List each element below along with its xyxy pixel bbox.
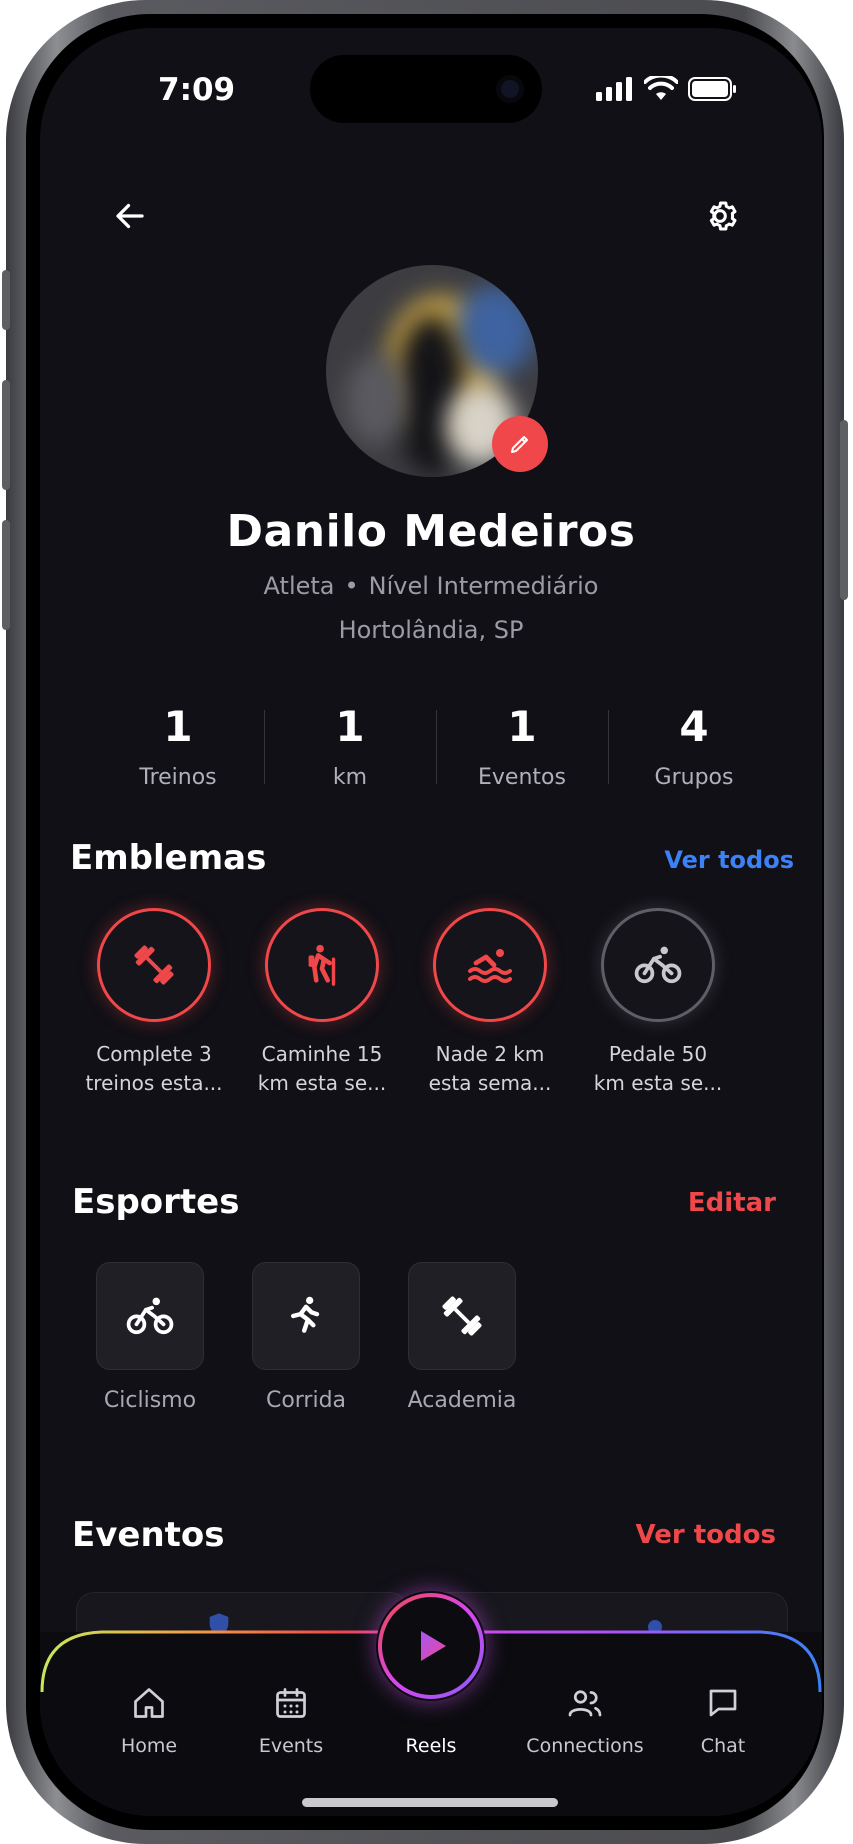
badge-circle	[601, 908, 715, 1022]
sports-title: Esportes	[72, 1182, 240, 1222]
back-button[interactable]	[102, 188, 158, 244]
running-icon	[290, 1296, 320, 1333]
events-see-all-link[interactable]: Ver todos	[636, 1520, 776, 1550]
nav-home[interactable]: Home	[84, 1683, 214, 1757]
badge-circle	[97, 908, 211, 1022]
nav-chat[interactable]: Chat	[658, 1683, 788, 1757]
side-button	[2, 270, 10, 330]
badges-list: Complete 3 treinos esta... Caminhe 15 km…	[70, 908, 770, 1128]
power-button	[840, 420, 848, 600]
home-icon	[134, 1688, 164, 1718]
sport-label: Ciclismo	[103, 1388, 197, 1413]
sports-edit-link[interactable]: Editar	[688, 1188, 776, 1218]
dynamic-island	[310, 55, 542, 123]
profile-location: Hortolândia, SP	[338, 616, 524, 644]
nav-label: Events	[258, 1735, 324, 1757]
sport-item[interactable]: Academia	[392, 1262, 532, 1413]
stat-treinos[interactable]: 1 Treinos	[92, 696, 264, 816]
nav-connections[interactable]: Connections	[510, 1683, 660, 1757]
camera-icon	[496, 75, 524, 103]
sport-icon-box	[252, 1262, 360, 1370]
bicycle-icon	[126, 1297, 174, 1335]
stat-value: 1	[507, 702, 537, 751]
phone-frame: 7:09 Danilo Medeiros Atleta • Nível Inte…	[2, 0, 848, 1844]
badge-circle	[265, 908, 379, 1022]
swimming-icon	[468, 949, 512, 983]
status-icons	[596, 76, 738, 102]
stat-grupos[interactable]: 4 Grupos	[608, 696, 780, 816]
sport-item[interactable]: Ciclismo	[80, 1262, 220, 1413]
stat-value: 1	[335, 702, 365, 751]
profile-name: Danilo Medeiros	[226, 506, 636, 557]
badge-label: Pedale 50 km esta se...	[593, 1042, 723, 1095]
chat-icon	[709, 1689, 737, 1717]
stat-label: Treinos	[139, 765, 217, 790]
sport-icon-box	[408, 1262, 516, 1370]
badges-see-all-link[interactable]: Ver todos	[664, 846, 794, 874]
nav-label: Reels	[405, 1735, 457, 1757]
calendar-icon	[276, 1688, 306, 1718]
screen: 7:09 Danilo Medeiros Atleta • Nível Inte…	[40, 28, 822, 1816]
badge-circle	[433, 908, 547, 1022]
edit-avatar-button[interactable]	[492, 416, 548, 472]
dumbbell-icon	[442, 1296, 482, 1336]
volume-up-button	[2, 380, 10, 490]
signal-icon	[596, 77, 632, 101]
stat-km[interactable]: 1 km	[264, 696, 436, 816]
volume-down-button	[2, 520, 10, 630]
dumbbell-icon	[134, 945, 174, 985]
sport-label: Academia	[407, 1388, 517, 1413]
nav-label: Connections	[526, 1735, 644, 1757]
profile-level: Nível Intermediário	[368, 572, 599, 600]
events-title: Eventos	[72, 1515, 225, 1555]
arrow-left-icon	[116, 203, 144, 229]
badge-item[interactable]: Nade 2 km esta sema...	[406, 908, 574, 1098]
badge-item[interactable]: Caminhe 15 km esta se...	[238, 908, 406, 1098]
stat-eventos[interactable]: 1 Eventos	[436, 696, 608, 816]
sport-label: Corrida	[265, 1388, 347, 1413]
stats-row: 1 Treinos 1 km 1 Eventos 4 Grupos	[92, 696, 780, 816]
stat-label: Eventos	[478, 765, 566, 790]
badge-label: Caminhe 15 km esta se...	[257, 1042, 387, 1095]
settings-button[interactable]	[692, 188, 748, 244]
hiking-icon	[308, 944, 336, 986]
cycling-icon	[634, 946, 682, 984]
home-indicator[interactable]	[302, 1798, 558, 1807]
badges-title: Emblemas	[70, 838, 267, 878]
separator: •	[344, 572, 359, 600]
badge-item[interactable]: Pedale 50 km esta se...	[574, 908, 742, 1098]
sport-icon-box	[96, 1262, 204, 1370]
nav-reels[interactable]: Reels	[366, 1683, 496, 1757]
profile-subtitle: Atleta • Nível Intermediário	[40, 572, 822, 600]
badge-item[interactable]: Complete 3 treinos esta...	[70, 908, 238, 1098]
stat-value: 1	[163, 702, 193, 751]
badge-label: Complete 3 treinos esta...	[85, 1042, 223, 1095]
profile-role: Atleta	[263, 572, 335, 600]
battery-icon	[688, 77, 736, 101]
gear-icon	[709, 201, 737, 231]
pencil-icon	[511, 436, 528, 453]
stat-label: Grupos	[654, 765, 734, 790]
sports-list: Ciclismo Corrida Academia	[80, 1262, 580, 1422]
badge-label: Nade 2 km esta sema...	[428, 1042, 552, 1095]
nav-label: Home	[120, 1735, 178, 1757]
users-icon	[568, 1690, 602, 1717]
sport-item[interactable]: Corrida	[236, 1262, 376, 1413]
nav-label: Chat	[700, 1735, 746, 1757]
wifi-icon	[644, 76, 678, 100]
stat-label: km	[332, 765, 368, 790]
status-time: 7:09	[158, 72, 236, 108]
stat-value: 4	[679, 702, 709, 751]
nav-events[interactable]: Events	[226, 1683, 356, 1757]
